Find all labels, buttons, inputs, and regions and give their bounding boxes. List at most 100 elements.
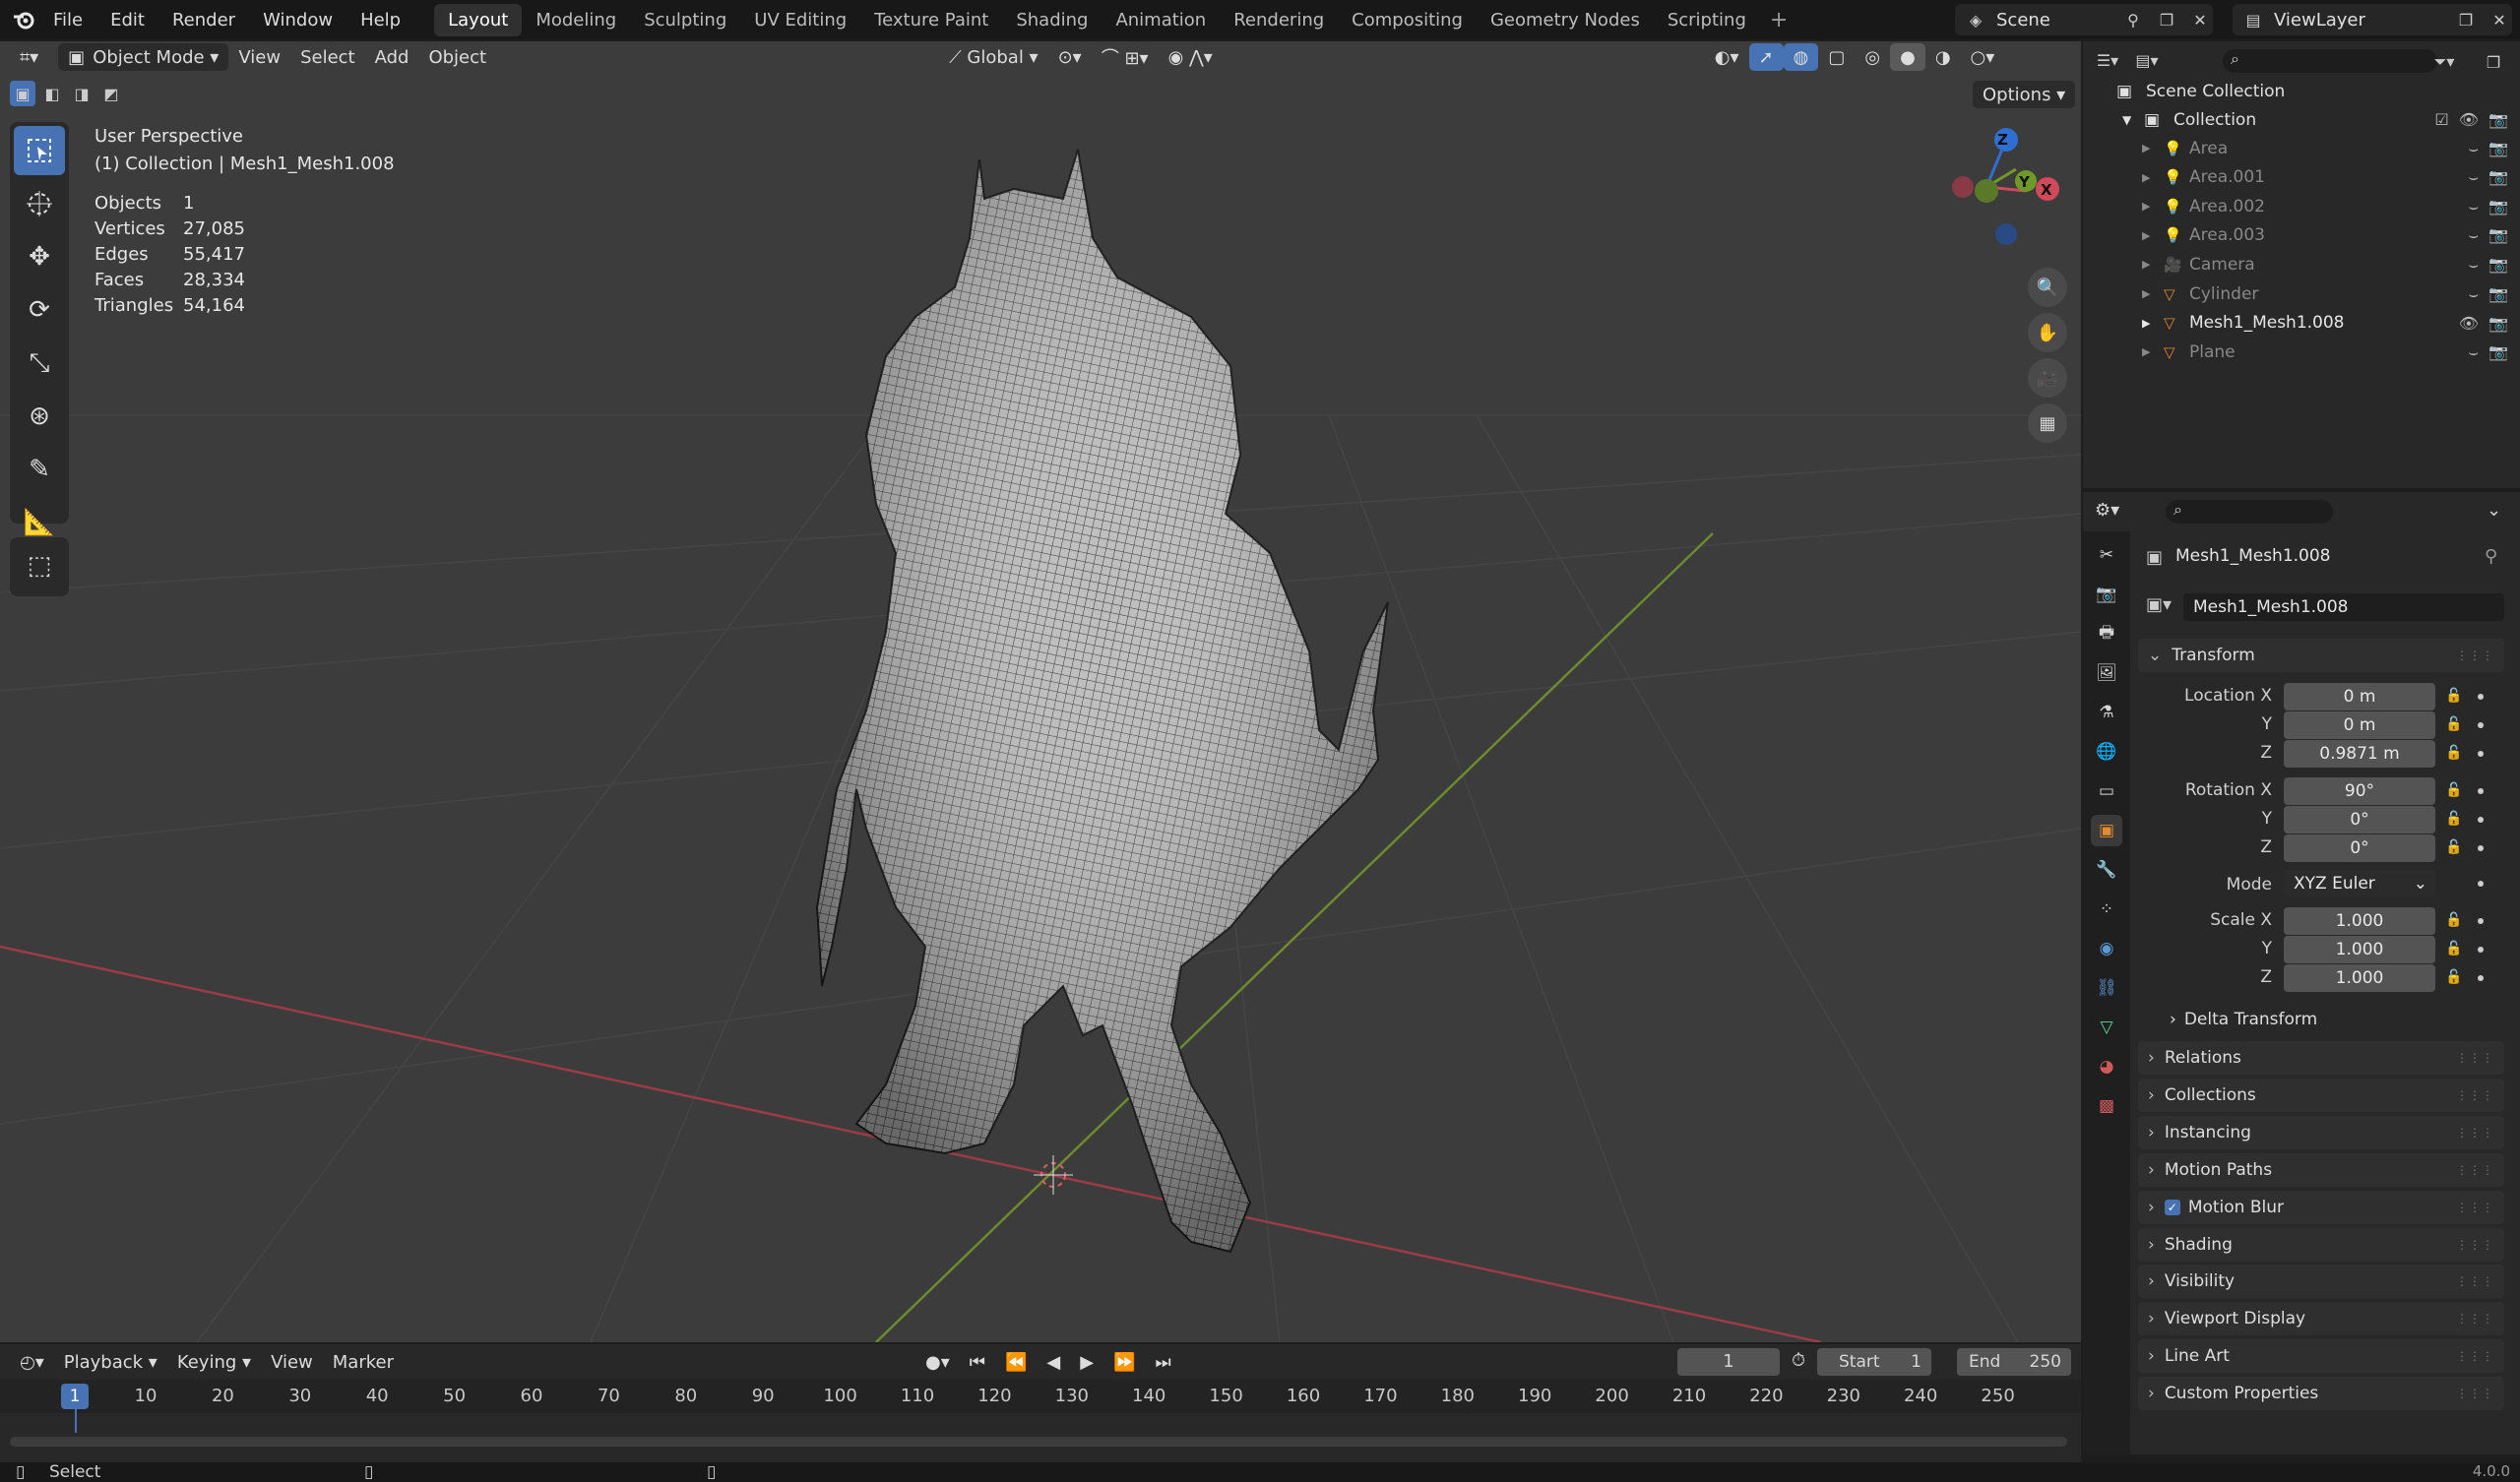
tab-texture-paint[interactable]: Texture Paint <box>860 4 1002 36</box>
pivot-icon[interactable]: ⊙▾ <box>1048 43 1092 71</box>
outliner-item[interactable]: ▶ ▽ Plane ⌣ 📷 <box>2083 338 2520 366</box>
menu-file[interactable]: File <box>39 10 96 31</box>
solid-shading-icon[interactable]: ● <box>1890 43 1925 71</box>
menu-select[interactable]: Select <box>290 43 365 71</box>
location-x-field[interactable]: 0 m <box>2284 683 2435 710</box>
eye-closed-icon[interactable]: ⌣ <box>2469 197 2480 216</box>
delta-transform-subpanel[interactable]: › Delta Transform <box>2170 1010 2317 1029</box>
checkbox-icon[interactable]: ☑ <box>2434 110 2448 129</box>
blender-logo-icon[interactable] <box>8 7 39 32</box>
select-extend-icon[interactable]: ◧ <box>39 81 65 106</box>
menu-playback[interactable]: Playback ▾ <box>54 1348 167 1376</box>
close-icon[interactable]: ✕ <box>2487 7 2512 32</box>
tab-compositing[interactable]: Compositing <box>1338 4 1477 36</box>
menu-edit[interactable]: Edit <box>96 10 158 31</box>
mode-dropdown[interactable]: ▣ Object Mode ▾ <box>58 43 229 71</box>
chevron-right-icon[interactable]: ▶ <box>2142 171 2150 184</box>
lock-icon[interactable]: 🔓 <box>2445 745 2462 761</box>
character-mesh[interactable] <box>815 149 1389 1254</box>
keyframe-dot-icon[interactable] <box>2478 694 2484 700</box>
collection-row[interactable]: ▼ ▣ Collection ☑ 👁 📷 <box>2083 105 2520 134</box>
editor-type-button[interactable]: ☰▾ <box>2095 47 2120 73</box>
object-data-icon[interactable]: ▣▾ <box>2146 594 2172 615</box>
camera-icon[interactable]: 📷 <box>2488 167 2508 187</box>
chevron-right-icon[interactable]: ▶ <box>2142 287 2150 300</box>
panel-line-art[interactable]: › Line Art ⋮⋮⋮ <box>2138 1339 2504 1374</box>
panel-relations[interactable]: › Relations ⋮⋮⋮ <box>2138 1041 2504 1075</box>
proportional-edit-icon[interactable]: ◉ ⋀▾ <box>1159 43 1223 71</box>
panel-shading[interactable]: › Shading ⋮⋮⋮ <box>2138 1227 2504 1262</box>
camera-icon[interactable]: 📷 <box>2488 110 2508 129</box>
panel-motion-blur[interactable]: › ✓ Motion Blur ⋮⋮⋮ <box>2138 1190 2504 1224</box>
tab-animation[interactable]: Animation <box>1102 4 1220 36</box>
motion-blur-checkbox[interactable]: ✓ <box>2164 1199 2180 1215</box>
grip-icon[interactable]: ⋮⋮⋮ <box>2456 1387 2494 1400</box>
keyframe-dot-icon[interactable] <box>2478 881 2484 887</box>
chevron-right-icon[interactable]: ▶ <box>2142 317 2150 330</box>
keyframe-dot-icon[interactable] <box>2478 817 2484 823</box>
outliner-item[interactable]: ▶ 💡 Area ⌣ 📷 <box>2083 134 2520 162</box>
chevron-right-icon[interactable]: ▶ <box>2142 258 2150 271</box>
editor-type-button[interactable]: ⌗▾ <box>10 43 48 71</box>
keyframe-dot-icon[interactable] <box>2478 722 2484 728</box>
timeline-scrollbar[interactable] <box>10 1437 2067 1447</box>
data-tab-icon[interactable]: ▽ <box>2091 1012 2122 1043</box>
lock-icon[interactable]: 🔓 <box>2445 716 2462 732</box>
tab-sculpting[interactable]: Sculpting <box>630 4 740 36</box>
collection-tab-icon[interactable]: ▭ <box>2091 775 2122 807</box>
outliner-item[interactable]: ▶ ▽ Mesh1_Mesh1.008 👁 📷 <box>2083 309 2520 338</box>
camera-icon[interactable]: 📷 <box>2488 139 2508 158</box>
start-frame-field[interactable]: Start 1 <box>1817 1348 1931 1376</box>
object-name-field[interactable]: Mesh1_Mesh1.008 <box>2183 593 2504 621</box>
rotation-mode-dropdown[interactable]: XYZ Euler ⌄ <box>2284 870 2435 897</box>
tab-rendering[interactable]: Rendering <box>1220 4 1338 36</box>
view-layer-tab-icon[interactable]: 🖼 <box>2091 657 2122 689</box>
scale-z-field[interactable]: 1.000 <box>2284 964 2435 992</box>
render-tab-icon[interactable]: 📷 <box>2091 579 2122 610</box>
grip-icon[interactable]: ⋮⋮⋮ <box>2456 1274 2494 1288</box>
outliner-item[interactable]: ▶ 💡 Area.002 ⌣ 📷 <box>2083 192 2520 220</box>
texture-tab-icon[interactable]: ▩ <box>2091 1090 2122 1122</box>
outliner-item[interactable]: ▶ 🎥 Camera ⌣ 📷 <box>2083 250 2520 278</box>
particles-tab-icon[interactable]: ⁘ <box>2091 894 2122 925</box>
rotate-icon[interactable]: ⟳ <box>14 285 65 335</box>
panel-custom-properties[interactable]: › Custom Properties ⋮⋮⋮ <box>2138 1377 2504 1411</box>
new-scene-icon[interactable]: ❐ <box>2154 7 2179 32</box>
outliner-search-input[interactable]: ⌕ <box>2223 49 2437 73</box>
select-intersect-icon[interactable]: ◩ <box>98 81 124 106</box>
panel-instancing[interactable]: › Instancing ⋮⋮⋮ <box>2138 1115 2504 1149</box>
close-icon[interactable]: ✕ <box>2187 7 2213 32</box>
camera-view-icon[interactable]: 🎥 <box>2028 358 2067 398</box>
move-icon[interactable]: ✥ <box>14 232 65 281</box>
camera-icon[interactable]: 📷 <box>2488 284 2508 304</box>
3d-viewport[interactable]: Z Y X ⌗▾ ▣ Object Mode ▾ View Select Add Obj… <box>0 41 2081 1342</box>
camera-icon[interactable]: 📷 <box>2488 197 2508 216</box>
grip-icon[interactable]: ⋮⋮⋮ <box>2456 1088 2494 1102</box>
outliner-item[interactable]: ▶ 💡 Area.001 ⌣ 📷 <box>2083 163 2520 192</box>
tool-tab-icon[interactable]: ✂ <box>2091 539 2122 571</box>
menu-render[interactable]: Render <box>158 10 249 31</box>
3d-cursor[interactable] <box>1034 1155 1073 1195</box>
record-icon[interactable]: ●▾ <box>915 1348 960 1376</box>
grip-icon[interactable]: ⋮⋮⋮ <box>2456 648 2494 662</box>
panel-motion-paths[interactable]: › Motion Paths ⋮⋮⋮ <box>2138 1152 2504 1187</box>
grip-icon[interactable]: ⋮⋮⋮ <box>2456 1312 2494 1326</box>
add-cube-icon[interactable]: ⬚ <box>14 541 65 590</box>
pan-hand-icon[interactable]: ✋ <box>2028 313 2067 352</box>
tab-scripting[interactable]: Scripting <box>1654 4 1760 36</box>
lock-icon[interactable]: 🔓 <box>2445 811 2462 827</box>
eye-closed-icon[interactable]: ⌣ <box>2469 225 2480 245</box>
transform-icon[interactable]: ⊛ <box>14 392 65 441</box>
grip-icon[interactable]: ⋮⋮⋮ <box>2456 1051 2494 1065</box>
scale-y-field[interactable]: 1.000 <box>2284 936 2435 963</box>
eye-closed-icon[interactable]: ⌣ <box>2469 139 2480 158</box>
modifier-tab-icon[interactable]: 🔧 <box>2091 854 2122 886</box>
chevron-down-icon[interactable]: ▼ <box>2122 113 2131 127</box>
outliner-item[interactable]: ▶ ▽ Cylinder ⌣ 📷 <box>2083 279 2520 308</box>
output-tab-icon[interactable]: 🖶 <box>2091 618 2122 649</box>
lock-icon[interactable]: 🔓 <box>2445 912 2462 928</box>
eye-icon[interactable]: 👁 <box>2459 110 2479 129</box>
transform-panel-header[interactable]: ⌄ Transform ⋮⋮⋮ <box>2138 639 2504 672</box>
panel-visibility[interactable]: › Visibility ⋮⋮⋮ <box>2138 1265 2504 1299</box>
display-mode-icon[interactable]: ▤▾ <box>2134 47 2160 73</box>
